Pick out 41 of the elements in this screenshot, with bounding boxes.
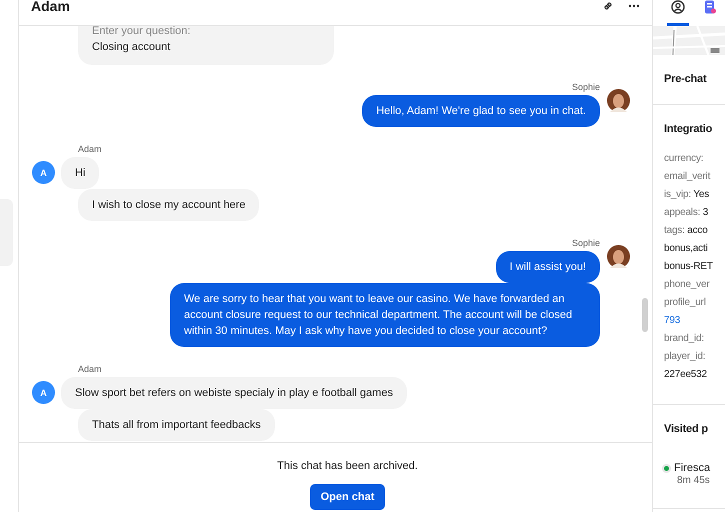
section-title: Integratio (664, 122, 714, 137)
sender-name: Adam (78, 144, 102, 154)
attribute-row-text: tags: acco (664, 224, 709, 238)
section-title: Visited p (664, 422, 709, 437)
scrollbar[interactable] (642, 298, 648, 332)
message-bubble: Hello, Adam! We're glad to see you in chat. (362, 95, 600, 127)
status-dot (664, 466, 669, 470)
user-icon (671, 0, 685, 14)
section-title: Pre-chat (664, 72, 708, 87)
attribute-row-text: appeals: 3 (664, 206, 710, 220)
sender-name: Adam (78, 364, 102, 374)
attribute-row-text: phone_ver (664, 278, 710, 292)
attribute-value: bonus-RET (664, 260, 714, 274)
avatar: A (32, 161, 55, 184)
form-message-bubble: Enter your question: Closing account (78, 26, 334, 65)
avatar (607, 245, 630, 268)
message-bubble: Slow sport bet refers on webiste specialy in play e football games (61, 377, 407, 409)
attribute-row-text: player_id: (664, 350, 706, 364)
chat-title: Adam (31, 0, 71, 14)
attribute-row-text: currency: (664, 152, 704, 166)
sender-name: Sophie (572, 82, 600, 92)
message-bubble: Hi (61, 157, 100, 189)
attribute-row-text: is_vip: Yes (664, 188, 710, 202)
visited-page[interactable]: Firesca (674, 462, 710, 474)
link-icon[interactable] (602, 0, 614, 12)
sender-name: Sophie (572, 238, 600, 248)
message-bubble: Thats all from important feedbacks (78, 409, 275, 441)
profile-link[interactable]: 793 (664, 312, 725, 330)
open-chat-button[interactable]: Open chat (310, 484, 386, 510)
message-bubble: I wish to close my account here (78, 189, 260, 221)
avatar (607, 89, 630, 112)
message-bubble: I will assist you! (496, 251, 600, 283)
attribute-row-text: email_verit (664, 170, 712, 184)
visit-duration: 8m 45s (676, 474, 711, 488)
message-bubble: We are sorry to hear that you want to leave our casino. We have forwarded an account closure request to our technical department. The account will be closed within 30 minutes. May I ask why have you decided to close your account? (170, 283, 600, 347)
attribute-value: bonus,acti (664, 242, 709, 256)
attribute-row-text: profile_url (664, 296, 707, 310)
archived-notice: This chat has been archived. (277, 460, 418, 472)
attribute-value: 227ee532 (664, 368, 708, 382)
attribute-row-text: brand_id: (664, 332, 705, 346)
avatar: A (32, 381, 55, 404)
